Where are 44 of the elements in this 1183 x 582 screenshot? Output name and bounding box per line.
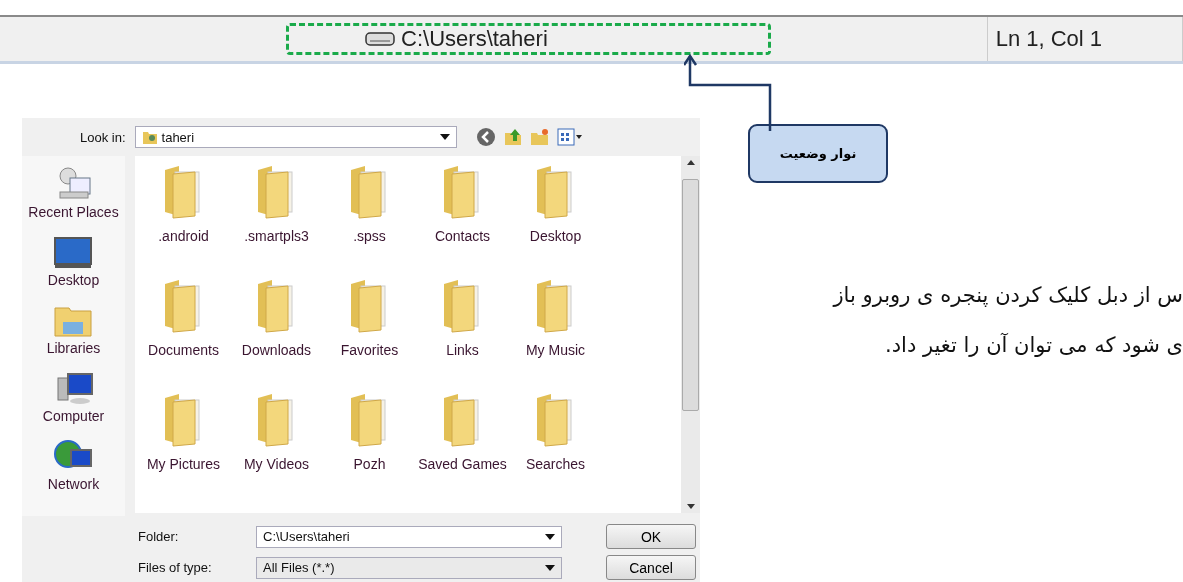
cursor-position: Ln 1, Col 1	[995, 26, 1103, 52]
folder-item[interactable]: Desktop	[509, 164, 602, 264]
file-type-label: Files of type:	[138, 560, 213, 575]
place-item[interactable]: Recent Places	[28, 166, 119, 220]
place-item[interactable]: Libraries	[46, 302, 101, 356]
up-folder-icon[interactable]	[502, 127, 523, 147]
folder-item[interactable]: My Videos	[230, 392, 323, 492]
folder-item[interactable]: Saved Games	[416, 392, 509, 492]
folder-item[interactable]: .android	[137, 164, 230, 264]
folder-item[interactable]: Pozh	[323, 392, 416, 492]
place-item[interactable]: Computer	[42, 370, 105, 424]
ok-button[interactable]: OK	[606, 524, 696, 549]
folder-item[interactable]: Links	[416, 278, 509, 378]
look-in-dropdown[interactable]: taheri	[134, 126, 457, 148]
folder-label: Folder:	[138, 529, 180, 544]
user-folder-icon	[141, 129, 158, 145]
status-path: C:\Users\taheri	[401, 26, 548, 52]
paragraph-line: ی شود که می توان آن را تغیر داد.	[884, 333, 1183, 357]
new-folder-icon[interactable]	[529, 127, 550, 147]
view-menu-icon[interactable]	[556, 128, 583, 146]
caret-icon	[439, 134, 450, 140]
place-item[interactable]: Desktop	[47, 234, 100, 288]
folder-field[interactable]: C:\Users\taheri	[256, 525, 562, 548]
caret-icon	[545, 533, 555, 540]
folder-item[interactable]: .spss	[323, 164, 416, 264]
look-in-label: Look in:	[80, 129, 126, 145]
folder-item[interactable]: Contacts	[416, 164, 509, 264]
folder-item[interactable]: My Pictures	[137, 392, 230, 492]
folder-item[interactable]: My Music	[509, 278, 602, 378]
place-item[interactable]: Network	[47, 438, 100, 492]
vertical-scrollbar[interactable]	[681, 156, 700, 513]
folder-item[interactable]: Documents	[137, 278, 230, 378]
folder-item[interactable]: Downloads	[230, 278, 323, 378]
caret-icon	[545, 564, 555, 571]
folder-item[interactable]: .smartpls3	[230, 164, 323, 264]
file-type-dropdown[interactable]: All Files (*.*)	[256, 556, 562, 579]
monitor-icon	[53, 234, 94, 270]
paragraph-line: س از دبل کلیک کردن پنجره ی روبرو باز	[833, 283, 1183, 307]
folder-item[interactable]: Favorites	[323, 278, 416, 378]
folder-item[interactable]: Searches	[509, 392, 602, 492]
drive-icon	[365, 31, 396, 47]
callout-box: نوار وضعیت	[748, 124, 888, 183]
cancel-button[interactable]: Cancel	[606, 555, 696, 580]
back-icon[interactable]	[475, 127, 496, 147]
